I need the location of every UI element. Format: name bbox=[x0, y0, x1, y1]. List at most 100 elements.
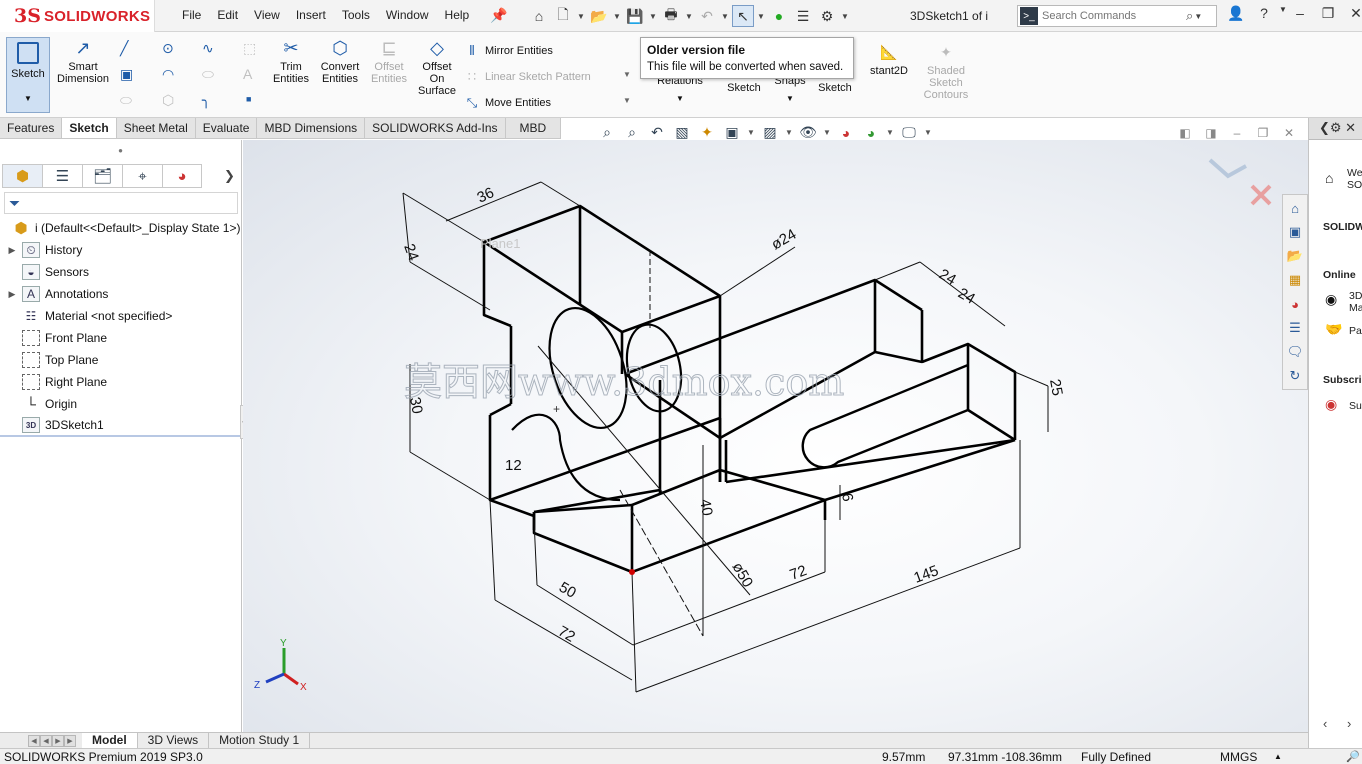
offset-on-surface-button[interactable]: ◇ Offset On Surface bbox=[414, 37, 460, 97]
chevron-down-icon[interactable]: ▼ bbox=[684, 12, 694, 21]
property-manager-tab-icon[interactable]: ☰ bbox=[42, 164, 82, 188]
menu-help[interactable]: Help bbox=[437, 8, 478, 22]
chevron-down-icon[interactable]: ▼ bbox=[747, 128, 755, 137]
chevron-down-icon[interactable]: ▼ bbox=[7, 94, 49, 103]
sketch-canvas[interactable]: 36 24 ø24 24 24 25 30 12 6 40 ø50 72 145… bbox=[243, 140, 1308, 732]
print-icon[interactable]: 🖶 bbox=[660, 5, 682, 27]
menu-window[interactable]: Window bbox=[378, 8, 437, 22]
last-tab-icon[interactable]: ▶ bbox=[64, 734, 76, 747]
prev-tab-icon[interactable]: ◀ bbox=[40, 734, 52, 747]
view-orientation-icon[interactable]: ▣ bbox=[722, 124, 742, 141]
dynamic-annotation-icon[interactable]: ✦ bbox=[697, 124, 717, 141]
minimize-icon[interactable]: – bbox=[1228, 126, 1246, 140]
forum-icon[interactable]: 🗨 bbox=[1284, 341, 1306, 363]
dim-label[interactable]: 24 bbox=[400, 242, 422, 263]
close-icon[interactable]: ✕ bbox=[1342, 5, 1362, 22]
quick-tips-icon[interactable]: 🔎 bbox=[1346, 750, 1360, 763]
chevron-down-icon[interactable]: ▼ bbox=[886, 128, 894, 137]
circle-icon[interactable]: ⊙ bbox=[162, 40, 174, 57]
ellipse-icon[interactable]: ⬭ bbox=[202, 66, 214, 83]
tp-online-item[interactable]: Pa bbox=[1349, 325, 1362, 337]
mirror-entities-button[interactable]: ⫴ Mirror Entities bbox=[464, 43, 553, 59]
zoom-to-fit-icon[interactable]: ⌕ bbox=[597, 124, 617, 141]
solidworks-logo[interactable]: 3S SOLIDWORKS bbox=[0, 0, 155, 32]
new-document-icon[interactable]: 🗋 bbox=[552, 5, 574, 27]
tab-sheet-metal[interactable]: Sheet Metal bbox=[117, 118, 196, 138]
display-style-icon[interactable]: ▨ bbox=[760, 124, 780, 141]
chevron-right-icon[interactable]: ❯ bbox=[224, 168, 235, 184]
dimxpert-manager-tab-icon[interactable]: ⌖ bbox=[122, 164, 162, 188]
menu-edit[interactable]: Edit bbox=[209, 8, 246, 22]
file-properties-icon[interactable]: ☰ bbox=[792, 5, 814, 27]
subscription-icon[interactable]: ◉ bbox=[1325, 396, 1337, 413]
point-icon[interactable]: ■ bbox=[246, 94, 251, 104]
tab-mbd-dimensions[interactable]: MBD Dimensions bbox=[257, 118, 366, 138]
tab-mbd[interactable]: MBD bbox=[506, 118, 562, 138]
restore-icon[interactable]: ❐ bbox=[1254, 126, 1272, 140]
zoom-to-area-icon[interactable]: ⌕ bbox=[622, 124, 642, 141]
tab-3d-views[interactable]: 3D Views bbox=[138, 732, 210, 749]
chevron-up-icon[interactable]: ▲ bbox=[1274, 752, 1282, 761]
window-right-icon[interactable]: ◨ bbox=[1202, 126, 1220, 140]
dim-label[interactable]: 145 bbox=[912, 562, 941, 587]
tree-item-3dsketch1[interactable]: 3D 3DSketch1 bbox=[0, 415, 242, 437]
spline-icon[interactable]: ∿ bbox=[202, 40, 214, 57]
section-view-icon[interactable]: ▧ bbox=[672, 124, 692, 141]
text-icon[interactable]: A bbox=[243, 66, 252, 82]
select-pointer-icon[interactable]: ↖ bbox=[732, 5, 754, 27]
tab-solidworks-add-ins[interactable]: SOLIDWORKS Add-Ins bbox=[365, 118, 506, 138]
graphics-area[interactable]: 36 24 ø24 24 24 25 30 12 6 40 ø50 72 145… bbox=[243, 140, 1308, 732]
slot-icon[interactable]: ⬭ bbox=[120, 92, 132, 109]
smart-dimension-button[interactable]: ↗ Smart Dimension bbox=[54, 37, 112, 85]
chevron-down-icon[interactable]: ▼ bbox=[612, 12, 622, 21]
quick-snaps-button[interactable]: Snaps ▼ bbox=[770, 75, 810, 105]
tab-features[interactable]: Features bbox=[0, 118, 63, 138]
expand-arrow-icon[interactable]: ▶ bbox=[6, 289, 18, 300]
dim-label[interactable]: 12 bbox=[505, 457, 522, 474]
dim-label[interactable]: 24 bbox=[936, 266, 959, 289]
tree-item-top-plane[interactable]: Top Plane bbox=[0, 349, 242, 371]
tree-item-annotations[interactable]: ▶ A Annotations bbox=[0, 283, 242, 305]
line-icon[interactable]: ╱ bbox=[120, 40, 128, 57]
repair-sketch-button[interactable]: Sketch bbox=[720, 82, 768, 94]
move-entities-button[interactable]: ⤡ Move Entities bbox=[464, 95, 551, 111]
dim-label[interactable]: ø50 bbox=[729, 560, 757, 591]
chevron-down-icon[interactable]: ▼ bbox=[756, 12, 766, 21]
unit-system-selector[interactable]: MMGS bbox=[1220, 750, 1257, 764]
dim-label[interactable]: 40 bbox=[696, 498, 716, 517]
task-pane-options-icon[interactable]: ❮⚙ ✕ bbox=[1319, 120, 1356, 135]
partner-icon[interactable]: 🤝 bbox=[1325, 321, 1342, 338]
instant2d-button[interactable]: 📐 stant2D bbox=[862, 41, 916, 77]
minimize-icon[interactable]: – bbox=[1286, 5, 1314, 22]
design-library-icon[interactable]: 📂 bbox=[1284, 245, 1306, 267]
chevron-down-icon[interactable]: ▼ bbox=[840, 12, 850, 21]
rapid-sketch-button[interactable]: Sketch bbox=[815, 82, 855, 94]
linear-sketch-pattern-button[interactable]: ∷ Linear Sketch Pattern bbox=[464, 69, 591, 85]
next-tab-icon[interactable]: ▶ bbox=[52, 734, 64, 747]
tree-item-material[interactable]: ☷ Material <not specified> bbox=[0, 305, 242, 327]
display-manager-tab-icon[interactable]: ◕ bbox=[162, 164, 202, 188]
file-explorer-icon[interactable]: ▦ bbox=[1284, 269, 1306, 291]
home-icon[interactable]: ⌂ bbox=[1325, 170, 1333, 186]
first-tab-icon[interactable]: ◀ bbox=[28, 734, 40, 747]
convert-entities-button[interactable]: ⬡ Convert Entities bbox=[316, 37, 364, 85]
dim-label[interactable]: ø24 bbox=[769, 226, 800, 254]
arc-icon[interactable]: ◠ bbox=[162, 66, 174, 83]
chevron-down-icon[interactable]: ▼ bbox=[1193, 12, 1203, 21]
user-icon[interactable]: 👤 bbox=[1222, 5, 1250, 22]
shaded-sketch-contours-button[interactable]: ✦ Shaded Sketch Contours bbox=[918, 41, 974, 101]
dim-label[interactable]: 24 bbox=[955, 285, 978, 308]
trim-entities-button[interactable]: ✂ Trim Entities bbox=[268, 37, 314, 85]
chevron-down-icon[interactable]: ▼ bbox=[770, 93, 810, 105]
view-settings-icon[interactable]: 🖵 bbox=[899, 124, 919, 141]
expand-arrow-icon[interactable]: ▶ bbox=[6, 245, 18, 256]
dim-label[interactable]: 72 bbox=[555, 623, 578, 646]
tree-item-right-plane[interactable]: Right Plane bbox=[0, 371, 242, 393]
undo-icon[interactable]: ↶ bbox=[696, 5, 718, 27]
chevron-down-icon[interactable]: ▼ bbox=[623, 96, 631, 105]
options-gear-icon[interactable]: ⚙ bbox=[816, 5, 838, 27]
search-input[interactable] bbox=[1042, 10, 1182, 22]
chevron-down-icon[interactable]: ▼ bbox=[650, 93, 710, 105]
tree-item-origin[interactable]: └ Origin bbox=[0, 393, 242, 415]
solidworks-resources-icon[interactable]: ↻ bbox=[1284, 365, 1306, 387]
